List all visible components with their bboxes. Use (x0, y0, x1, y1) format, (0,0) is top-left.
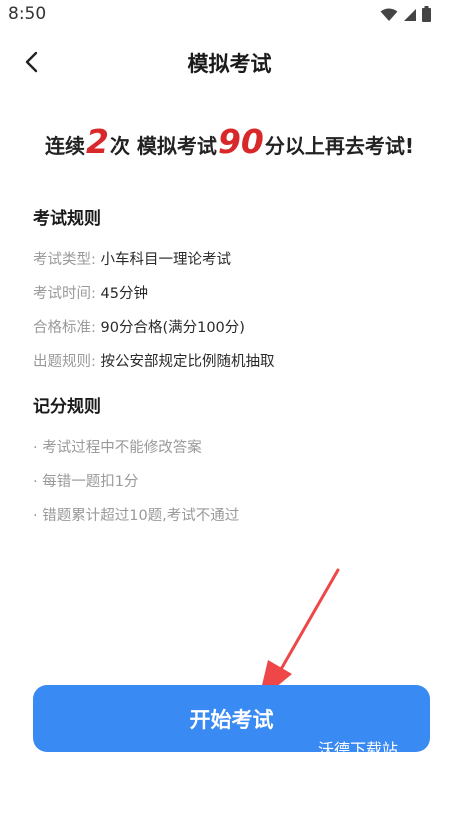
pass-standard-row: 合格标准: 90分合格(满分100分) (33, 311, 433, 345)
battery-icon (422, 6, 431, 26)
headline-middle: 次 模拟考试 (109, 134, 217, 158)
headline-prefix: 连续 (45, 134, 85, 158)
headline-count: 2 (86, 122, 109, 161)
rule-value: 45分钟 (100, 286, 148, 302)
wifi-icon (380, 7, 398, 26)
status-bar: 8:50 (0, 0, 459, 28)
status-time: 8:50 (8, 4, 47, 24)
rule-label: 合格标准: (33, 320, 96, 336)
headline-score: 90 (217, 122, 264, 161)
page-title: 模拟考试 (187, 52, 272, 76)
status-icons (380, 6, 431, 26)
rule-value: 90分合格(满分100分) (100, 320, 245, 336)
rule-label: 考试类型: (33, 252, 96, 268)
rule-value: 小车科目一理论考试 (100, 252, 232, 268)
scoring-rules-section: 记分规则 · 考试过程中不能修改答案 · 每错一题扣1分 · 错题累计超过10题… (33, 392, 433, 533)
rule-value: 按公安部规定比例随机抽取 (100, 354, 275, 370)
exam-time-row: 考试时间: 45分钟 (33, 277, 433, 311)
headline-suffix: 分以上再去考试! (264, 134, 414, 158)
rule-label: 考试时间: (33, 286, 96, 302)
watermark-text: 沃德下载站 (318, 740, 399, 759)
scoring-rules-title: 记分规则 (33, 397, 101, 417)
scoring-rule-item: · 每错一题扣1分 (33, 474, 139, 490)
scoring-rule-item: · 错题累计超过10题,考试不通过 (33, 508, 240, 524)
signal-icon (403, 7, 417, 26)
question-rule-row: 出题规则: 按公安部规定比例随机抽取 (33, 345, 433, 379)
scoring-rule-item: · 考试过程中不能修改答案 (33, 440, 202, 456)
start-exam-label: 开始考试 (189, 707, 274, 732)
exam-type-row: 考试类型: 小车科目一理论考试 (33, 243, 433, 277)
exam-rules-section: 考试规则 考试类型: 小车科目一理论考试 考试时间: 45分钟 合格标准: 90… (33, 204, 433, 379)
rule-label: 出题规则: (33, 354, 96, 370)
app-bar: 模拟考试 (0, 36, 459, 88)
exam-rules-title: 考试规则 (33, 209, 101, 229)
exam-headline: 连续 2 次 模拟考试 90 分以上再去考试! (0, 122, 459, 172)
